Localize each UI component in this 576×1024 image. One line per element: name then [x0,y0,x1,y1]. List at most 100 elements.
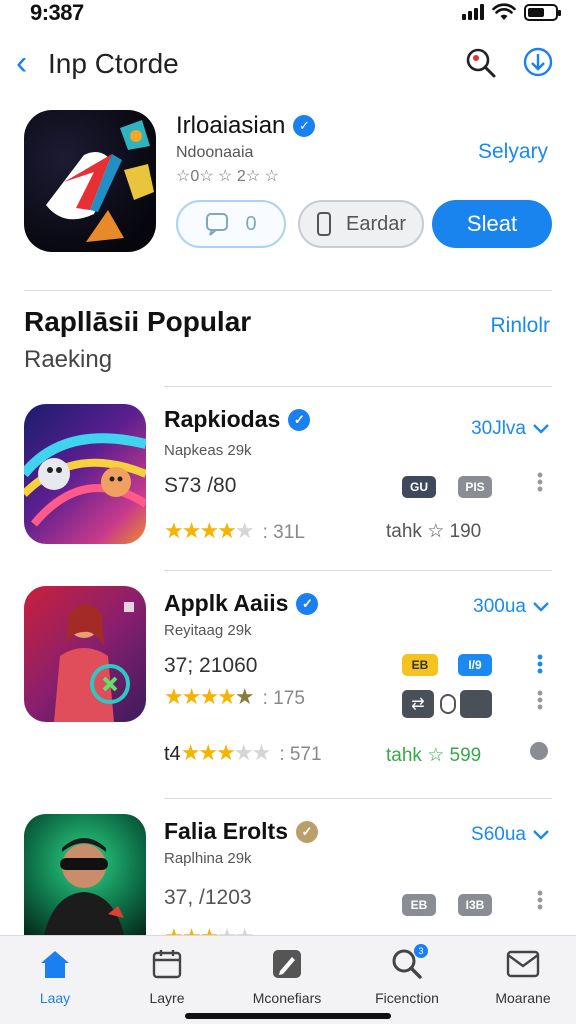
app-size-dropdown[interactable]: S60ua [471,824,550,846]
divider [164,386,552,387]
app-size-dropdown[interactable]: 30Jlva [471,418,550,440]
divider [164,798,552,799]
tab-moarane[interactable]: Moarane [468,944,576,1006]
tab-label: Laay [39,990,71,1006]
page-title: Inp Ctorde [48,48,179,79]
wifi-icon [492,3,516,20]
app-icon [24,404,146,544]
battery-icon [524,3,561,21]
message-button-label: 0 [245,212,257,235]
calendar-icon [152,950,182,979]
nav-bar: ‹ Inp Ctorde [0,40,576,90]
more-options-icon[interactable]: • • • [536,684,544,716]
app-developer: Napkeas 29k [164,442,252,459]
tab-mconefiars[interactable]: Mconefiars [232,944,342,1006]
back-button[interactable]: ‹ [16,46,27,80]
download-icon[interactable] [522,46,554,80]
verified-badge-icon: ✓ [296,592,319,615]
star-rating: ★★★★★: 175 [164,684,305,709]
location-icon[interactable] [530,742,548,760]
clock: 9:387 [30,0,84,25]
app-artwork [54,602,134,722]
mail-icon [506,950,540,978]
status-icons [462,3,561,21]
app-name: Falia Erolts ✓ [164,818,318,845]
verified-badge-icon: ✓ [288,408,311,431]
app-price: 37; 21060 [164,654,258,677]
section-see-all-link[interactable]: Rinlolr [490,314,550,338]
list-item[interactable]: Rapkiodas ✓ Napkeas 29k S73 /80 ★★★★★: 3… [0,404,576,564]
tag-badge: EB [402,654,438,676]
app-price: S73 /80 [164,474,237,497]
tab-label: Moarane [495,990,551,1006]
book-icon[interactable] [460,690,492,718]
secondary-button-label: Eardar [345,212,407,235]
featured-app-subtitle: Ndoonaaia [176,144,254,161]
tab-bar: Laay Layre Mconefiars 3 Ficenction Moara… [0,935,576,1024]
signal-icon [462,4,484,20]
app-name-text: Falia Erolts [164,818,288,844]
app-size-text: 30Jlva [471,418,526,439]
more-options-icon[interactable]: • • • [536,884,544,916]
divider [164,570,552,571]
section-title: Rapllāsii Popular [24,306,252,337]
pencil-icon [273,950,301,978]
app-size-text: S60ua [471,824,526,845]
verified-badge-icon: ✓ [293,115,316,137]
app-size-text: 300ua [473,596,526,617]
app-name: Applk Aaiis ✓ [164,590,319,617]
verified-badge-icon: ✓ [295,820,318,843]
featured-app-rating: ☆0☆ ☆ 2☆ ☆ [176,168,279,185]
app-price: 37, /1203 [164,886,252,909]
list-item[interactable]: Applk Aaiis ✓ Reyitaag 29k 37; 21060 ★★★… [0,586,576,786]
secondary-button[interactable]: Eardar [298,200,424,248]
star-rating: ★★★★★: 31L [164,518,305,543]
app-name-text: Rapkiodas [164,406,281,432]
chevron-down-icon [533,830,549,840]
app-icon [24,814,146,935]
tab-label: Mconefiars [252,990,322,1006]
tag-badge: EB [402,894,436,916]
nav-actions [464,46,554,80]
tab-layre[interactable]: Layre [112,944,222,1006]
chevron-down-icon [533,602,549,612]
chat-icon [206,213,229,236]
toggle-icon[interactable] [440,694,456,714]
featured-app-title: Irloaiasian ✓ [176,112,316,140]
featured-title-text: Irloaiasian [176,112,286,139]
tag-badge: I/9 [458,654,492,676]
notification-badge: 3 [414,944,428,958]
featured-app-icon[interactable] [24,110,156,252]
tab-search[interactable]: 3 Ficenction [352,944,462,1006]
divider [24,290,552,291]
app-icon [24,586,146,722]
app-name-text: Applk Aaiis [164,590,289,616]
rating-count: : 571 [279,744,322,765]
message-button[interactable]: 0 [176,200,286,248]
secondary-price: t4 [164,743,181,765]
app-meta: tahk ☆ 190 [386,521,482,542]
more-options-icon[interactable]: • • • [536,648,544,680]
phone-icon [316,212,331,236]
home-icon [41,951,69,978]
list-item[interactable]: Falia Erolts ✓ Raplhina 29k 37, /1203 S6… [0,814,576,936]
status-bar: 9:387 [0,0,576,26]
featured-link[interactable]: Selyary [478,140,548,164]
repost-icon[interactable]: ⇄ [402,690,434,718]
app-developer: Reyitaag 29k [164,622,252,639]
section-subtitle: Raeking [24,346,113,373]
chevron-down-icon [533,424,549,434]
app-size-dropdown[interactable]: 300ua [473,596,550,618]
home-indicator [185,1013,391,1019]
more-options-icon[interactable]: • • • [536,466,544,498]
search-icon[interactable] [464,46,498,80]
tag-badge: PIS [458,476,492,498]
app-meta: tahk ☆ 599 [386,745,482,766]
tag-badge: I3B [458,894,492,916]
tag-badge: GU [402,476,436,498]
tab-today[interactable]: Laay [0,944,110,1006]
tab-label: Layre [149,990,185,1006]
get-button[interactable]: Sleat [432,200,552,248]
tab-label: Ficenction [375,990,439,1006]
app-name: Rapkiodas ✓ [164,406,311,433]
